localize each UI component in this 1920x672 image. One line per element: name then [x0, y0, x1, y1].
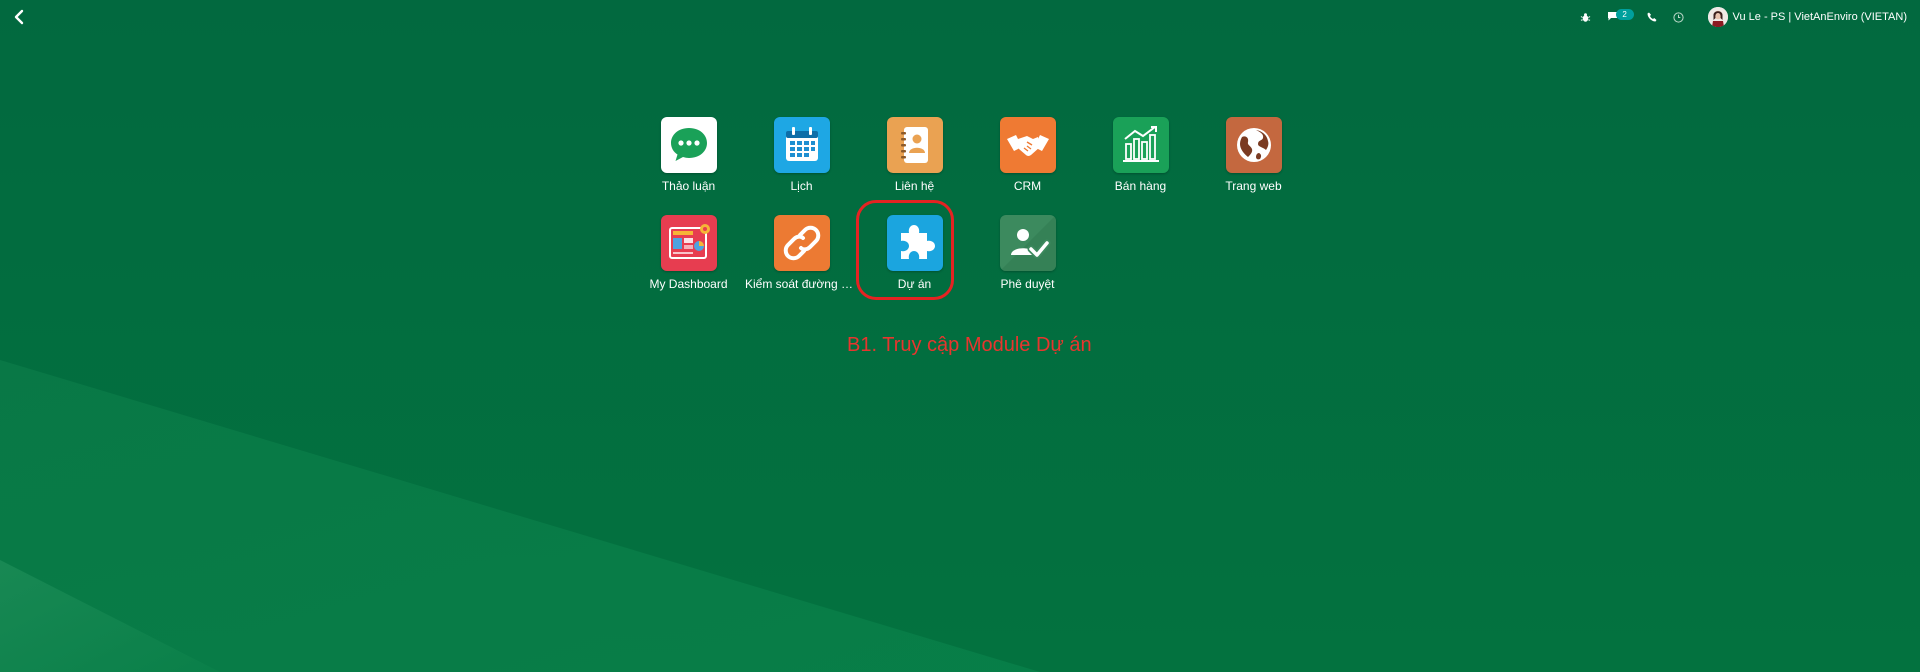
user-menu[interactable]: Vu Le - PS | VietAnEnviro (VIETAN)	[1692, 7, 1907, 27]
app-label: Dự án	[897, 277, 932, 291]
app-row-2: My Dashboard Kiểm soát đường dẫn Dự án P…	[632, 215, 1312, 313]
activity-menu-button[interactable]	[1665, 0, 1692, 34]
dashboard-icon	[660, 215, 717, 271]
app-contacts[interactable]: Liên hệ	[858, 117, 971, 215]
clock-icon	[1672, 11, 1684, 23]
app-website[interactable]: Trang web	[1197, 117, 1310, 215]
link-tracker-icon	[773, 215, 830, 271]
app-crm[interactable]: CRM	[971, 117, 1084, 215]
user-avatar-icon	[1707, 7, 1728, 27]
phone-icon	[1647, 12, 1657, 22]
app-grid: Thảo luận Lịch Liên hệ CRM Bán hàng Tran…	[632, 117, 1312, 313]
app-label: Bán hàng	[1114, 179, 1167, 193]
messages-menu-button[interactable]: 2	[1599, 0, 1639, 34]
user-avatar	[1707, 7, 1728, 27]
project-puzzle-icon	[886, 215, 943, 271]
app-label: Phê duyệt	[1000, 277, 1055, 291]
app-discuss[interactable]: Thảo luận	[632, 117, 745, 215]
app-label: Lịch	[790, 179, 813, 193]
instruction-text: B1. Truy cập Module Dự án	[847, 334, 1092, 356]
voip-button[interactable]	[1639, 0, 1665, 34]
app-row-1: Thảo luận Lịch Liên hệ CRM Bán hàng Tran…	[632, 117, 1312, 215]
app-label: My Dashboard	[649, 277, 728, 291]
app-link-tracker[interactable]: Kiểm soát đường dẫn	[745, 215, 858, 313]
chevron-left-icon	[14, 9, 24, 25]
calendar-icon	[773, 117, 830, 173]
app-label: Kiểm soát đường dẫn	[745, 277, 858, 291]
messages-badge: 2	[1615, 9, 1634, 20]
app-label: Liên hệ	[894, 179, 935, 193]
discuss-icon	[660, 117, 717, 173]
app-label: Trang web	[1225, 179, 1282, 193]
approvals-icon	[999, 215, 1056, 271]
app-my-dashboard[interactable]: My Dashboard	[632, 215, 745, 313]
website-globe-icon	[1225, 117, 1282, 173]
systray: 2 Vu Le - PS | VietAnEnviro (VIETAN)	[1572, 0, 1907, 34]
user-name: Vu Le - PS | VietAnEnviro (VIETAN)	[1732, 11, 1907, 23]
app-label: CRM	[1013, 179, 1042, 193]
contacts-icon	[886, 117, 943, 173]
sales-chart-icon	[1112, 117, 1169, 173]
app-calendar[interactable]: Lịch	[745, 117, 858, 215]
back-button[interactable]	[10, 8, 28, 26]
app-sales[interactable]: Bán hàng	[1084, 117, 1197, 215]
app-approvals[interactable]: Phê duyệt	[971, 215, 1084, 313]
top-navbar: 2 Vu Le - PS | VietAnEnviro (VIETAN)	[0, 0, 1920, 34]
app-label: Thảo luận	[661, 179, 716, 193]
app-project[interactable]: Dự án	[858, 215, 971, 313]
crm-handshake-icon	[999, 117, 1056, 173]
debug-menu-button[interactable]	[1572, 0, 1599, 34]
bug-icon	[1580, 12, 1590, 22]
